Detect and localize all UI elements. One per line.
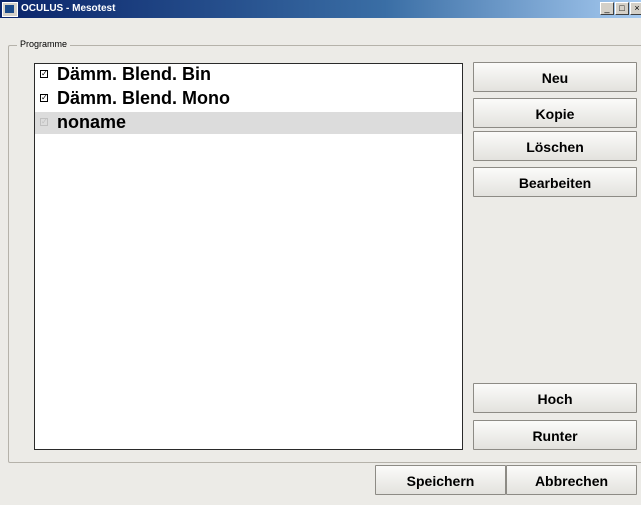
minimize-icon: _ [604,3,610,13]
list-item[interactable]: ✓ Dämm. Blend. Mono [35,88,462,110]
cancel-button[interactable]: Abbrechen [506,465,637,495]
maximize-icon: □ [619,3,625,13]
app-icon [2,2,18,17]
close-icon: × [634,3,640,13]
edit-button[interactable]: Bearbeiten [473,167,637,197]
title-bar: OCULUS - Mesotest _ □ × [0,0,641,18]
checkbox-disabled-icon: ✓ [40,117,48,126]
list-item-label: noname [57,112,127,132]
list-item-label: Dämm. Blend. Bin [57,64,212,84]
move-up-button[interactable]: Hoch [473,383,637,413]
maximize-button[interactable]: □ [615,2,629,15]
programme-list[interactable]: ✓ Dämm. Blend. Bin ✓ Dämm. Blend. Mono ✓… [34,63,463,450]
checkbox-checked-icon[interactable]: ✓ [40,94,48,102]
checkbox-checked-icon[interactable]: ✓ [40,70,48,78]
list-item-selected[interactable]: ✓ noname [35,112,462,134]
minimize-button[interactable]: _ [600,2,614,15]
window-title: OCULUS - Mesotest [21,3,116,14]
close-button[interactable]: × [630,2,641,15]
list-item[interactable]: ✓ Dämm. Blend. Bin [35,64,462,86]
save-button[interactable]: Speichern [375,465,506,495]
list-item-label: Dämm. Blend. Mono [57,88,231,108]
move-down-button[interactable]: Runter [473,420,637,450]
group-label: Programme [17,38,71,50]
copy-button[interactable]: Kopie [473,98,637,128]
new-button[interactable]: Neu [473,62,637,92]
delete-button[interactable]: Löschen [473,131,637,161]
